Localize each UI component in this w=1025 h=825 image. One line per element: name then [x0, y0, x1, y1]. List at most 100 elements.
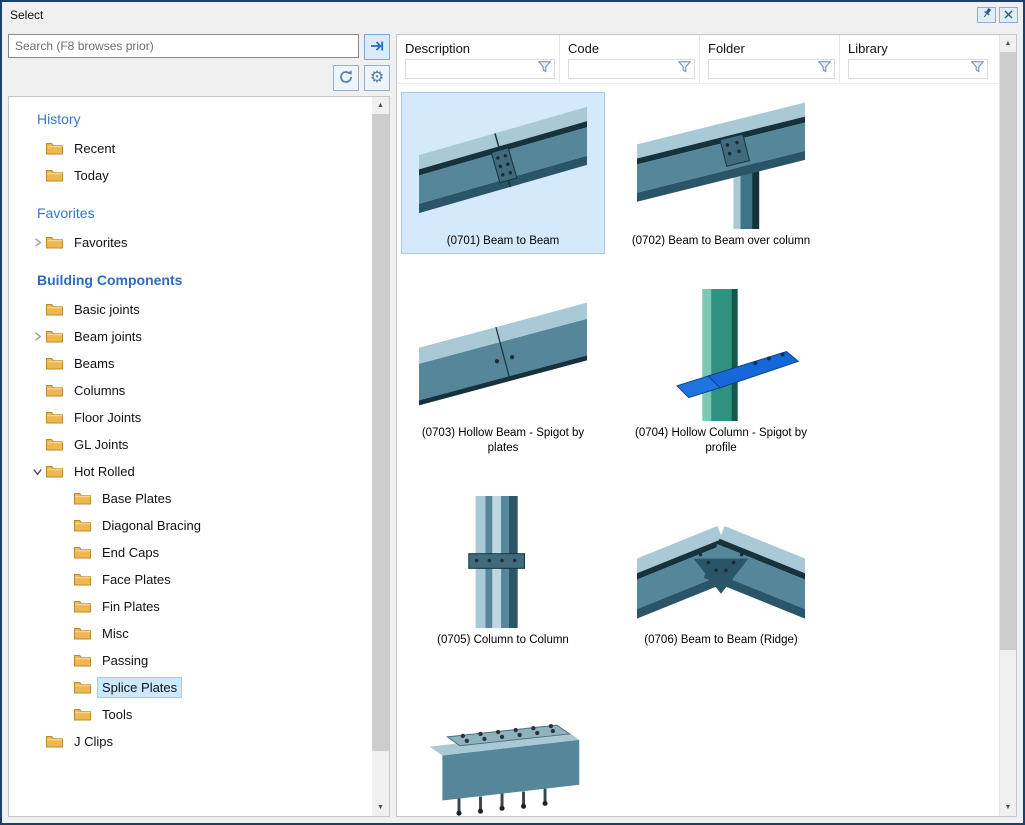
component-card[interactable]: (0706) Beam to Beam (Ridge) — [619, 491, 823, 653]
folder-icon — [46, 330, 63, 343]
scrollbar-track[interactable] — [372, 114, 389, 799]
search-row — [8, 34, 390, 60]
titlebar: Select — [2, 2, 1023, 28]
tree-item-end-caps[interactable]: End Caps — [29, 539, 372, 566]
tree-item-label: Today — [70, 166, 113, 185]
column-description: Description — [397, 35, 560, 83]
component-card[interactable]: (0703) Hollow Beam - Spigot by plates — [401, 284, 605, 461]
go-arrow-icon — [369, 38, 385, 57]
tree-item-hot-rolled[interactable]: Hot Rolled — [29, 458, 372, 485]
tree-item-label: Beam joints — [70, 327, 146, 346]
pin-button[interactable] — [977, 7, 996, 23]
folder-icon — [74, 573, 91, 586]
chevron-down-icon[interactable] — [29, 468, 46, 476]
component-card[interactable]: (0704) Hollow Column - Spigot by profile — [619, 284, 823, 461]
folder-icon — [46, 384, 63, 397]
settings-button[interactable]: ⚙ — [364, 65, 390, 91]
tree-scrollbar[interactable]: ▲ ▼ — [372, 97, 389, 816]
tree-item-splice-plates[interactable]: Splice Plates — [29, 674, 372, 701]
tree-item-beam-joints[interactable]: Beam joints — [29, 323, 372, 350]
scroll-up-icon[interactable]: ▲ — [1000, 35, 1016, 52]
gallery-scrollbar[interactable]: ▲ ▼ — [999, 35, 1016, 816]
tree-item-today[interactable]: Today — [29, 162, 372, 189]
component-card[interactable]: (0705) Column to Column — [401, 491, 605, 653]
catalog-tree-pane: ⚙ History Recent Today Favorites Favorites Bu… — [8, 34, 390, 817]
search-input[interactable] — [8, 34, 359, 58]
filter-icon[interactable] — [818, 60, 831, 78]
tree-section-history: History — [37, 111, 372, 127]
scrollbar-thumb[interactable] — [372, 114, 389, 751]
filter-icon[interactable] — [538, 60, 551, 78]
tree-item-gl-joints[interactable]: GL Joints — [29, 431, 372, 458]
tree-item-face-plates[interactable]: Face Plates — [29, 566, 372, 593]
tree-item-label: J Clips — [70, 732, 117, 751]
folder-icon — [74, 519, 91, 532]
tree-item-label: GL Joints — [70, 435, 132, 454]
tree-item-basic-joints[interactable]: Basic joints — [29, 296, 372, 323]
column-headers: Description Code Folder Library — [397, 35, 999, 84]
tree-item-label: Tools — [98, 705, 136, 724]
close-button[interactable] — [999, 7, 1018, 23]
refresh-icon — [338, 69, 354, 88]
folder-icon — [74, 600, 91, 613]
tree-item-tools[interactable]: Tools — [29, 701, 372, 728]
tree-item-passing[interactable]: Passing — [29, 647, 372, 674]
column-code: Code — [560, 35, 700, 83]
component-thumbnail — [419, 688, 587, 816]
refresh-button[interactable] — [333, 65, 359, 91]
column-header-label[interactable]: Library — [848, 39, 988, 56]
search-go-button[interactable] — [364, 34, 390, 60]
scroll-down-icon[interactable]: ▼ — [1000, 799, 1016, 816]
column-folder: Folder — [700, 35, 840, 83]
chevron-right-icon[interactable] — [29, 238, 46, 247]
folder-icon — [74, 546, 91, 559]
component-results-pane: Description Code Folder Library (0701) Beam… — [396, 34, 1017, 817]
tree-item-favorites[interactable]: Favorites — [29, 229, 372, 256]
tree-item-misc[interactable]: Misc — [29, 620, 372, 647]
scroll-up-icon[interactable]: ▲ — [372, 97, 389, 114]
tree-item-fin-plates[interactable]: Fin Plates — [29, 593, 372, 620]
tree-item-recent[interactable]: Recent — [29, 135, 372, 162]
column-header-label[interactable]: Folder — [708, 39, 835, 56]
tree-item-label: Misc — [98, 624, 133, 643]
tree-item-label: Diagonal Bracing — [98, 516, 205, 535]
component-thumbnail — [419, 289, 587, 421]
filter-cell — [708, 59, 835, 79]
scroll-down-icon[interactable]: ▼ — [372, 799, 389, 816]
folder-icon — [46, 735, 63, 748]
folder-icon — [74, 681, 91, 694]
component-card[interactable]: (0701) Beam to Beam — [401, 92, 605, 254]
component-card[interactable]: (0702) Beam to Beam over column — [619, 92, 823, 254]
component-caption: (0701) Beam to Beam — [447, 234, 560, 249]
window-title: Select — [10, 8, 43, 22]
tree-item-diagonal-bracing[interactable]: Diagonal Bracing — [29, 512, 372, 539]
column-header-label[interactable]: Description — [405, 39, 555, 56]
component-card[interactable] — [401, 683, 605, 816]
tree-item-floor-joints[interactable]: Floor Joints — [29, 404, 372, 431]
chevron-right-icon[interactable] — [29, 332, 46, 341]
tree-item-j-clips[interactable]: J Clips — [29, 728, 372, 755]
folder-icon — [46, 438, 63, 451]
component-caption: (0704) Hollow Column - Spigot by profile — [623, 426, 819, 456]
folder-icon — [46, 236, 63, 249]
titlebar-buttons — [977, 7, 1018, 23]
tree-item-label: Basic joints — [70, 300, 144, 319]
component-gallery: (0701) Beam to Beam (0702) Beam to Beam o… — [397, 84, 1016, 816]
filter-icon[interactable] — [971, 60, 984, 78]
column-header-label[interactable]: Code — [568, 39, 695, 56]
tree-section-favorites: Favorites — [37, 205, 372, 221]
tree-item-columns[interactable]: Columns — [29, 377, 372, 404]
component-thumbnail — [637, 289, 805, 421]
tree-item-label: Recent — [70, 139, 119, 158]
tree-section-building-components: Building Components — [37, 272, 372, 288]
scrollbar-track[interactable] — [1000, 52, 1016, 799]
folder-icon — [46, 303, 63, 316]
close-icon — [1004, 6, 1013, 24]
filter-cell — [405, 59, 555, 79]
pushpin-icon — [981, 6, 993, 24]
scrollbar-thumb[interactable] — [1000, 52, 1016, 650]
component-caption: (0706) Beam to Beam (Ridge) — [644, 633, 797, 648]
tree-item-beams[interactable]: Beams — [29, 350, 372, 377]
tree-item-base-plates[interactable]: Base Plates — [29, 485, 372, 512]
filter-icon[interactable] — [678, 60, 691, 78]
